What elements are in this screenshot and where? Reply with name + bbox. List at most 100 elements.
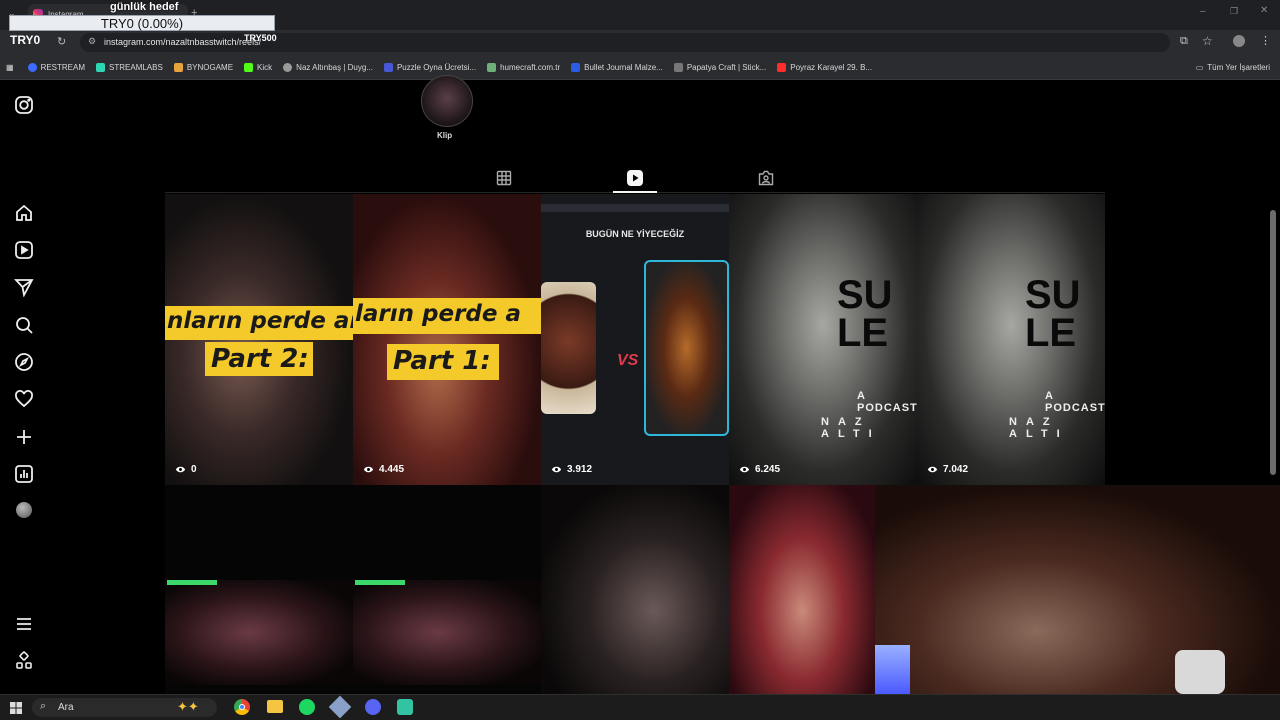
reel-tile[interactable] — [729, 485, 875, 694]
bookmark-restream[interactable]: RESTREAM — [27, 62, 85, 72]
home-icon[interactable] — [14, 203, 34, 223]
stream-thumbnail — [165, 580, 353, 685]
chrome-icon[interactable] — [234, 699, 250, 715]
streamlabs-icon[interactable] — [397, 699, 413, 715]
spotify-icon[interactable] — [299, 699, 315, 715]
vs-label: VS — [617, 352, 639, 369]
reel-caption-top: nların perde ar — [167, 308, 353, 334]
instagram-logo-icon[interactable] — [14, 95, 34, 115]
apps-grid-icon[interactable]: ▦ — [6, 63, 14, 72]
more-apps-icon[interactable] — [14, 651, 34, 671]
microphone-light — [875, 645, 910, 694]
menu-icon[interactable] — [14, 614, 34, 634]
reel-tile[interactable]: SU LE A PODCAST NAZ ALTI 7.042 — [917, 194, 1105, 485]
url-text: instagram.com/nazaltnbasstwitch/reels/ — [104, 37, 262, 47]
discord-icon[interactable] — [365, 699, 381, 715]
reel-view-count: 0 — [175, 464, 197, 475]
bookmark-puzzle[interactable]: Puzzle Oyna Ücretsi... — [383, 62, 476, 72]
bookmark-naz-altinbas[interactable]: Naz Altınbaş | Duyg... — [283, 62, 373, 72]
reel-tile[interactable] — [541, 485, 729, 694]
active-tab-indicator — [613, 191, 657, 193]
messages-icon[interactable] — [13, 277, 34, 298]
reel-caption-bottom: Part 2: — [211, 344, 309, 374]
grid-icon[interactable] — [496, 170, 512, 186]
browser-menu-icon[interactable]: ⋮ — [1260, 34, 1271, 47]
stream-goal-bar: TRY0 (0.00%) — [9, 15, 275, 31]
highlight-label: Klip — [437, 131, 453, 140]
stream-thumbnail — [353, 580, 541, 685]
reload-icon[interactable]: ↻ — [57, 35, 66, 48]
eye-icon — [175, 466, 186, 473]
reels-nav-icon[interactable] — [14, 240, 34, 260]
taskbar-search[interactable]: ⌕ Ara ✦✦ — [32, 698, 217, 717]
reel-view-count: 6.245 — [739, 464, 780, 475]
left-navigation — [0, 81, 48, 694]
tagged-icon[interactable] — [758, 170, 774, 186]
podcast-title: SU LE — [837, 273, 893, 355]
steak-image — [541, 282, 596, 414]
bookmark-kick[interactable]: Kick — [244, 62, 272, 72]
taskbar-search-placeholder: Ara — [58, 702, 74, 713]
maximize-button[interactable]: ❐ — [1230, 6, 1238, 17]
eye-icon — [363, 466, 374, 473]
reel-header: BUGÜN NE YİYECEĞİZ — [585, 229, 685, 239]
reel-tile[interactable] — [353, 485, 541, 694]
bookmark-star-icon[interactable]: ☆ — [1202, 34, 1213, 48]
eye-icon — [551, 466, 562, 473]
podcast-host: NAZ ALTI — [1009, 416, 1069, 440]
windows-taskbar: ⌕ Ara ✦✦ — [0, 694, 1280, 720]
page-scrollbar[interactable] — [1270, 210, 1276, 475]
notifications-icon[interactable] — [14, 389, 34, 409]
humidifier-object — [1175, 650, 1225, 694]
site-info-icon[interactable]: ⚙ — [88, 36, 96, 47]
podcast-title: SU LE — [1025, 273, 1081, 355]
eye-icon — [739, 466, 750, 473]
reel-tile[interactable]: SU LE A PODCAST NAZ ALTI 6.245 — [729, 194, 917, 485]
overlay-right-amount: TRY500 — [244, 33, 277, 43]
search-icon[interactable] — [14, 315, 34, 335]
podcast-host: NAZ ALTI — [821, 416, 881, 440]
install-app-icon[interactable]: ⧉ — [1180, 35, 1188, 48]
all-bookmarks-folder[interactable]: ▭ Tüm Yer İşaretleri — [1196, 63, 1270, 72]
reels-icon[interactable] — [626, 169, 644, 187]
reel-tile[interactable]: nların perde ar Part 2: 0 — [165, 194, 353, 485]
podcast-subtitle: A PODCAST — [1045, 390, 1105, 414]
stream-goal-title: günlük hedef — [110, 1, 179, 13]
reel-tile[interactable]: BUGÜN NE YİYECEĞİZ VS 3.912 — [541, 194, 729, 485]
reel-view-count: 7.042 — [927, 464, 968, 475]
copilot-icon[interactable]: ✦✦ — [177, 699, 199, 715]
bookmark-bynogame[interactable]: BYNOGAME — [173, 62, 233, 72]
reel-caption-top: ların perde a — [355, 301, 522, 327]
windows-start-icon[interactable] — [10, 701, 22, 714]
folder-icon: ▭ — [1195, 62, 1204, 72]
reel-caption-bottom: Part 1: — [393, 346, 491, 376]
address-bar-row: TRY0 ↻ ⚙ instagram.com/nazaltnbasstwitch… — [0, 30, 1280, 55]
file-explorer-icon[interactable] — [267, 700, 283, 713]
bookmarks-bar: ▦ RESTREAM STREAMLABS BYNOGAME Kick Naz … — [0, 55, 1280, 80]
bookmark-poyraz-karayel[interactable]: Poyraz Karayel 29. B... — [777, 62, 872, 72]
webcam-overlay — [875, 485, 1280, 694]
burger-image — [644, 260, 729, 436]
minimize-button[interactable]: – — [1200, 6, 1206, 17]
create-icon[interactable] — [14, 427, 34, 447]
highlight-klip[interactable] — [421, 75, 473, 127]
overlay-strip — [355, 580, 405, 585]
dashboard-icon[interactable] — [14, 464, 34, 484]
explore-icon[interactable] — [14, 352, 34, 372]
app-icon[interactable] — [328, 695, 352, 719]
search-icon: ⌕ — [40, 700, 47, 712]
profile-icon[interactable] — [1233, 35, 1245, 47]
reel-tile[interactable] — [165, 485, 353, 694]
bookmark-bullet-journal[interactable]: Bullet Journal Malze... — [571, 62, 663, 72]
browser-strip — [541, 204, 729, 212]
overlay-left-amount: TRY0 — [10, 33, 41, 47]
bookmark-streamlabs[interactable]: STREAMLABS — [96, 62, 163, 72]
profile-avatar-icon[interactable] — [16, 502, 32, 518]
reel-view-count: 4.445 — [363, 464, 404, 475]
podcast-subtitle: A PODCAST — [857, 390, 917, 414]
overlay-strip — [167, 580, 217, 585]
reel-tile[interactable]: ların perde a Part 1: 4.445 — [353, 194, 541, 485]
close-button[interactable]: ✕ — [1260, 5, 1268, 16]
bookmark-humecraft[interactable]: humecraft.com.tr — [487, 62, 560, 72]
bookmark-papatya-craft[interactable]: Papatya Craft | Stick... — [673, 62, 766, 72]
